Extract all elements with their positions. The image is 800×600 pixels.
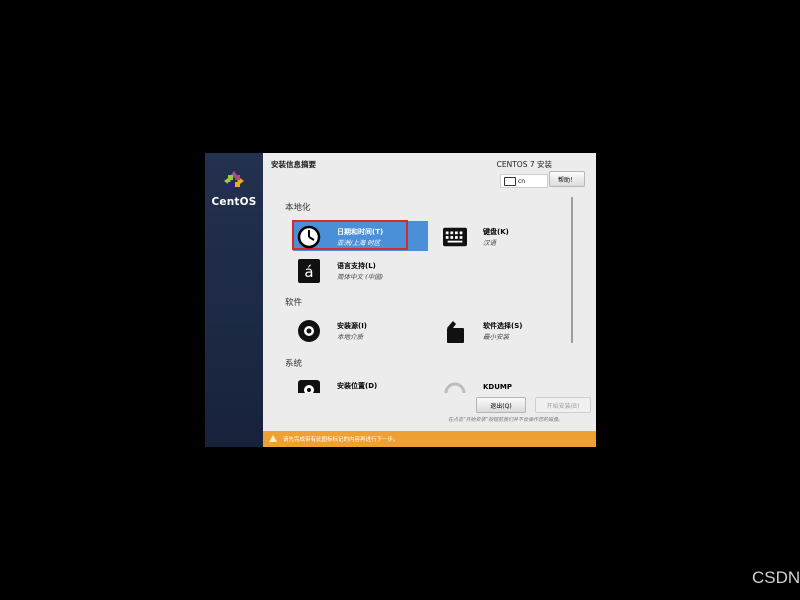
- watermark: CSDN: [752, 568, 800, 587]
- harddisk-icon: [297, 379, 321, 393]
- main-panel: 安装信息摘要 CENTOS 7 安装 cn 帮助！ 本地化 日期和时间(T) 亚…: [263, 153, 596, 447]
- logo-text: CentOS: [211, 196, 257, 208]
- begin-notice: 在点击“开始安装”按钮前我们并不会操作您的磁盘。: [448, 417, 564, 423]
- sidebar: CentOS: [205, 153, 263, 447]
- quit-button[interactable]: 退出(Q): [476, 397, 526, 413]
- spoke-install-destination[interactable]: 安装位置(D): [293, 375, 428, 393]
- spoke-list-clip: 安装位置(D) KDUMP: [263, 153, 596, 393]
- warning-bar: 请先完成带有此图标标记的内容再进行下一步。: [263, 431, 596, 447]
- spoke-kdump-title: KDUMP: [483, 383, 513, 391]
- installer-window: CentOS 安装信息摘要 CENTOS 7 安装 cn 帮助！ 本地化 日期和…: [205, 153, 596, 447]
- centos-logo-icon: [224, 171, 244, 191]
- kdump-icon: [443, 379, 467, 393]
- spoke-kdump[interactable]: KDUMP: [439, 375, 574, 393]
- begin-installation-button[interactable]: 开始安装(B): [535, 397, 591, 413]
- warning-icon: [269, 435, 277, 442]
- spoke-destination-title: 安装位置(D): [337, 382, 378, 390]
- warning-text: 请先完成带有此图标标记的内容再进行下一步。: [283, 437, 399, 443]
